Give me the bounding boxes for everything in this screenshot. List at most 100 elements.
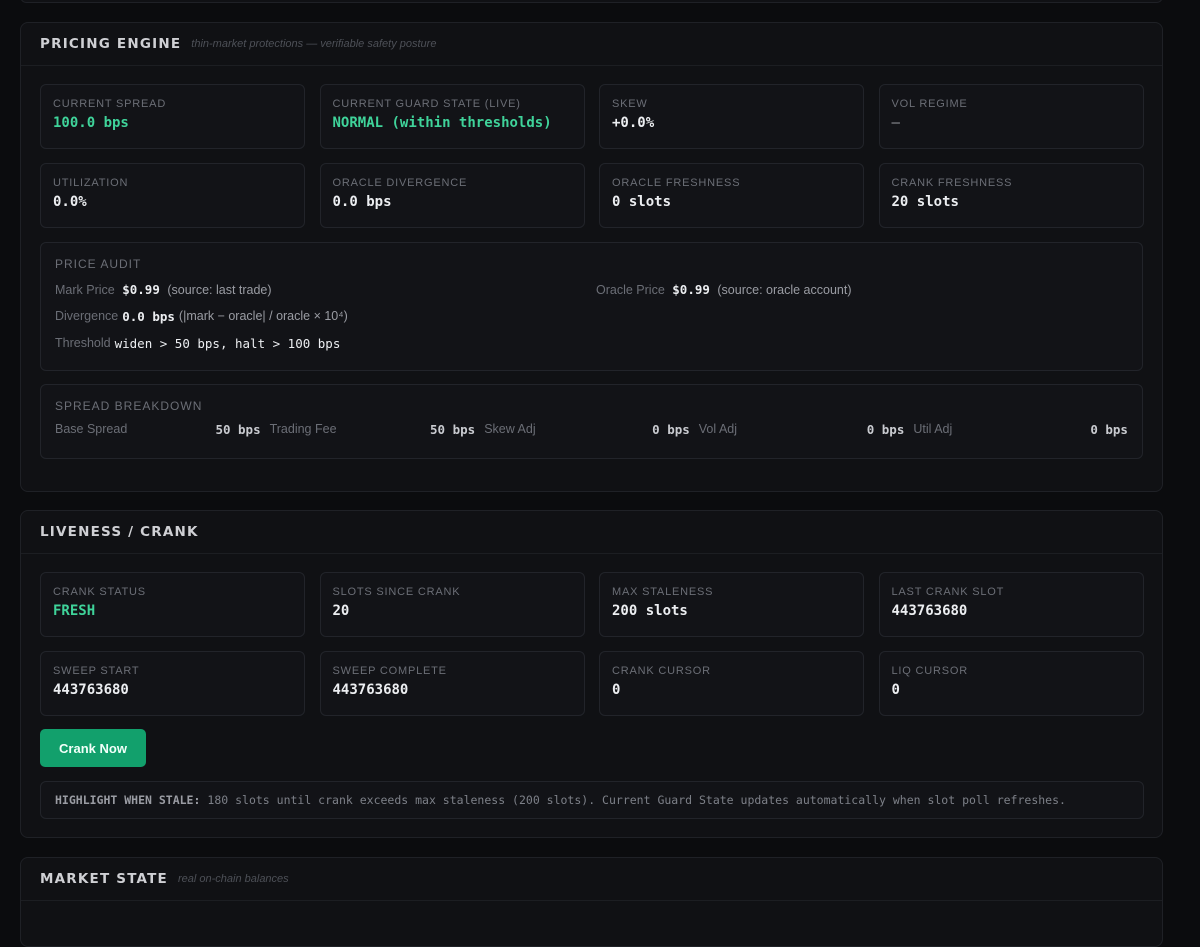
threshold-value: widen > 50 bps, halt > 100 bps	[114, 336, 341, 351]
metric-card-oracle-freshness: ORACLE FRESHNESS 0 slots	[599, 163, 864, 228]
metric-value: 20	[332, 603, 350, 619]
metric-value: 20 slots	[891, 194, 959, 210]
divergence-value: 0.0 bps	[122, 309, 175, 324]
pricing-engine-title: PRICING ENGINE	[40, 36, 182, 52]
breakdown-value: 50 bps	[215, 422, 261, 437]
pricing-engine-panel: PRICING ENGINE thin-market protections —…	[20, 22, 1163, 492]
metric-value: NORMAL (within thresholds)	[332, 115, 552, 131]
breakdown-item-base-spread: Base Spread 50 bps	[55, 422, 270, 437]
metric-value: 0	[891, 682, 900, 698]
threshold-label: Threshold	[55, 336, 111, 350]
price-audit-title: PRICE AUDIT	[55, 257, 142, 271]
metric-value: 443763680	[891, 603, 968, 619]
price-audit-row-prices: Mark Price $0.99 (source: last trade) Or…	[55, 282, 1128, 297]
metric-card-crank-cursor: CRANK CURSOR 0	[599, 651, 864, 716]
breakdown-label: Skew Adj	[484, 422, 536, 436]
metric-value: 200 slots	[612, 603, 688, 619]
mark-price-label: Mark Price	[55, 283, 115, 297]
metric-card-slots-since-crank: SLOTS SINCE CRANK 20	[319, 572, 585, 637]
metric-card-vol-regime: VOL REGIME —	[878, 84, 1144, 149]
liveness-metrics-grid: CRANK STATUS FRESH SLOTS SINCE CRANK 20 …	[21, 572, 1162, 716]
metric-label: SKEW	[612, 98, 648, 110]
mark-price-source: (source: last trade)	[167, 283, 272, 297]
metric-label: ORACLE DIVERGENCE	[332, 177, 468, 189]
breakdown-value: 0 bps	[652, 422, 690, 437]
breakdown-value: 0 bps	[1090, 422, 1128, 437]
metric-card-max-staleness: MAX STALENESS 200 slots	[599, 572, 864, 637]
metric-label: CURRENT SPREAD	[53, 98, 167, 110]
price-audit-panel: PRICE AUDIT Mark Price $0.99 (source: la…	[40, 242, 1143, 371]
metric-value: 443763680	[332, 682, 409, 698]
metric-value: 443763680	[53, 682, 129, 698]
mark-price-value: $0.99	[122, 282, 160, 297]
breakdown-label: Base Spread	[55, 422, 128, 436]
oracle-price-source: (source: oracle account)	[717, 283, 852, 297]
metric-value: +0.0%	[612, 115, 655, 131]
metric-label: CRANK CURSOR	[612, 665, 711, 677]
metric-card-liq-cursor: LIQ CURSOR 0	[878, 651, 1144, 716]
divergence-formula: (|mark − oracle| / oracle × 10⁴)	[178, 309, 348, 323]
crank-now-button[interactable]: Crank Now	[40, 729, 146, 767]
market-state-subtitle: real on-chain balances	[177, 873, 289, 885]
metric-card-sweep-start: SWEEP START 443763680	[40, 651, 305, 716]
metric-label: VOL REGIME	[891, 98, 968, 110]
oracle-price-label: Oracle Price	[596, 283, 665, 297]
breakdown-item-trading-fee: Trading Fee 50 bps	[270, 422, 485, 437]
metric-value: 100.0 bps	[53, 115, 129, 131]
metric-label: CRANK STATUS	[53, 586, 146, 598]
metric-label: MAX STALENESS	[612, 586, 714, 598]
pricing-engine-subtitle: thin-market protections — verifiable saf…	[191, 38, 437, 50]
spread-breakdown-row: Base Spread 50 bps Trading Fee 50 bps Sk…	[55, 422, 1128, 437]
price-audit-row-threshold: Threshold widen > 50 bps, halt > 100 bps	[55, 336, 1128, 351]
spread-breakdown-title: SPREAD BREAKDOWN	[55, 399, 203, 413]
metric-value: FRESH	[53, 603, 96, 619]
metric-card-skew: SKEW +0.0%	[599, 84, 864, 149]
breakdown-label: Vol Adj	[698, 422, 738, 436]
breakdown-item-vol-adj: Vol Adj 0 bps	[699, 422, 914, 437]
metric-label: UTILIZATION	[53, 177, 129, 189]
metric-label: SLOTS SINCE CRANK	[332, 586, 461, 598]
metric-card-crank-freshness: CRANK FRESHNESS 20 slots	[878, 163, 1144, 228]
metric-value: 0.0%	[53, 194, 87, 210]
metric-label: SWEEP START	[53, 665, 140, 677]
divergence-label: Divergence	[55, 309, 119, 323]
spread-breakdown-panel: SPREAD BREAKDOWN Base Spread 50 bps Trad…	[40, 384, 1143, 459]
breakdown-value: 50 bps	[430, 422, 476, 437]
breakdown-item-skew-adj: Skew Adj 0 bps	[484, 422, 699, 437]
oracle-price-line: Oracle Price $0.99 (source: oracle accou…	[596, 282, 851, 297]
breakdown-label: Util Adj	[913, 422, 953, 436]
metric-value: 0.0 bps	[332, 194, 392, 210]
metric-label: LIQ CURSOR	[891, 665, 968, 677]
metric-label: CRANK FRESHNESS	[891, 177, 1013, 189]
market-state-title: MARKET STATE	[40, 871, 168, 887]
metric-label: LAST CRANK SLOT	[891, 586, 1005, 598]
breakdown-value: 0 bps	[866, 422, 905, 437]
metric-value: 0 slots	[612, 194, 672, 210]
metric-label: ORACLE FRESHNESS	[612, 177, 741, 189]
metric-card-oracle-divergence: ORACLE DIVERGENCE 0.0 bps	[319, 163, 585, 228]
metric-card-last-crank-slot: LAST CRANK SLOT 443763680	[878, 572, 1144, 637]
metric-card-guard-state: CURRENT GUARD STATE (LIVE) NORMAL (withi…	[319, 84, 585, 149]
metric-card-utilization: UTILIZATION 0.0%	[40, 163, 305, 228]
metric-value: —	[891, 115, 900, 131]
breakdown-item-util-adj: Util Adj 0 bps	[913, 422, 1128, 437]
notice-text: 180 slots until crank exceeds max stalen…	[207, 793, 1066, 807]
market-state-header: MARKET STATE real on-chain balances	[21, 858, 1162, 901]
notice-label: HIGHLIGHT WHEN STALE:	[55, 793, 201, 807]
stale-highlight-notice: HIGHLIGHT WHEN STALE: 180 slots until cr…	[40, 781, 1144, 819]
metric-label: CURRENT GUARD STATE (LIVE)	[332, 98, 521, 110]
pricing-metrics-grid: CURRENT SPREAD 100.0 bps CURRENT GUARD S…	[21, 84, 1162, 228]
mark-price-line: Mark Price $0.99 (source: last trade)	[55, 282, 596, 297]
metric-card-crank-status: CRANK STATUS FRESH	[40, 572, 305, 637]
metric-card-current-spread: CURRENT SPREAD 100.0 bps	[40, 84, 305, 149]
price-audit-row-divergence: Divergence 0.0 bps (|mark − oracle| / or…	[55, 309, 1128, 324]
liveness-title: LIVENESS / CRANK	[40, 524, 199, 540]
metric-value: 0	[612, 682, 621, 698]
previous-panel-edge	[20, 0, 1163, 3]
breakdown-label: Trading Fee	[269, 422, 337, 436]
oracle-price-value: $0.99	[672, 282, 710, 297]
metric-label: SWEEP COMPLETE	[332, 665, 447, 677]
liveness-crank-panel: LIVENESS / CRANK CRANK STATUS FRESH SLOT…	[20, 510, 1163, 838]
pricing-engine-header: PRICING ENGINE thin-market protections —…	[21, 23, 1162, 66]
liveness-header: LIVENESS / CRANK	[21, 511, 1162, 554]
